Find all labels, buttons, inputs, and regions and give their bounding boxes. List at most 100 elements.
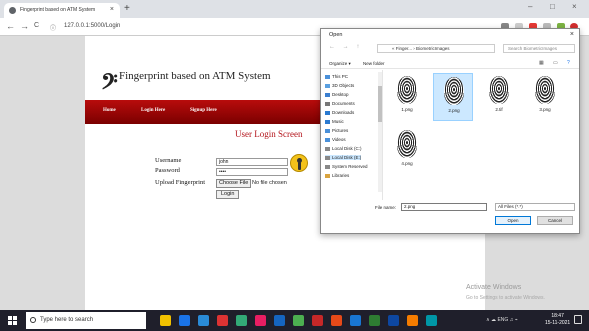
logo: 𝄢 [101, 70, 118, 99]
file-type-select[interactable]: All Files (*.*) [495, 203, 575, 211]
login-button[interactable]: Login [216, 190, 240, 199]
folder-tree: This PC 3D Objects Desktop Documents Downloa… [321, 70, 383, 200]
tree-item[interactable]: Libraries [325, 173, 349, 178]
browser-tab[interactable]: Fingerprint based on ATM System × [4, 3, 120, 18]
address-bar[interactable]: 127.0.0.1:5000/Login [64, 23, 120, 29]
dialog-toolbar: Organize ▾ New folder ▦ ▭ ? [321, 57, 579, 69]
dialog-nav-arrows[interactable]: ← → ↑ [329, 44, 362, 50]
password-input[interactable]: •••• [216, 168, 288, 176]
taskbar-app-icon[interactable] [217, 315, 228, 326]
tree-item[interactable]: Local Disk (C:) [325, 146, 362, 151]
new-tab-button[interactable]: + [124, 3, 130, 14]
taskbar-app-icon[interactable] [179, 315, 190, 326]
tree-item[interactable]: System Reserved [325, 164, 368, 169]
file-name-label: File name: [375, 205, 397, 210]
search-icon [30, 317, 36, 323]
file-item[interactable]: 3.png [525, 73, 565, 121]
taskbar-app-icon[interactable] [407, 315, 418, 326]
taskbar-app-icon[interactable] [160, 315, 171, 326]
tree-item[interactable]: Music [325, 119, 344, 124]
taskbar-app-icon[interactable] [198, 315, 209, 326]
clock-time: 18:47 [551, 313, 564, 319]
clock[interactable]: 18:47 15-11-2021 [545, 313, 570, 327]
tree-item-label: Local Disk (E:) [332, 155, 362, 160]
globe-icon [9, 7, 16, 14]
tab-title: Fingerprint based on ATM System [20, 7, 96, 13]
screen: Fingerprint based on ATM System × + – □ … [0, 0, 589, 331]
taskbar-app-icon[interactable] [255, 315, 266, 326]
fingerprint-thumbnail [489, 76, 509, 104]
cancel-button[interactable]: Cancel [537, 216, 573, 225]
browser-tabstrip: Fingerprint based on ATM System × + – □ … [0, 0, 589, 18]
username-input[interactable]: john [216, 158, 288, 166]
page-title: User Login Screen [235, 129, 303, 139]
dialog-search-input[interactable]: Search BiometricImages [503, 44, 575, 53]
folder-icon [325, 164, 330, 169]
taskbar-app-icon[interactable] [274, 315, 285, 326]
nav-home[interactable]: Home [103, 108, 116, 113]
taskbar-app-icon[interactable] [236, 315, 247, 326]
tree-item[interactable]: 3D Objects [325, 83, 354, 88]
tree-item[interactable]: Downloads [325, 110, 354, 115]
tree-item[interactable]: Pictures [325, 128, 348, 133]
nav-login[interactable]: Login Here [141, 108, 165, 113]
nav-signup[interactable]: Signup Here [190, 108, 217, 113]
tree-item[interactable]: Desktop [325, 92, 349, 97]
upload-label: Upload Fingerprint [155, 179, 206, 186]
organize-menu[interactable]: Organize ▾ [329, 61, 351, 67]
forward-button[interactable]: → [20, 21, 29, 31]
file-name: 2.png [448, 108, 460, 113]
new-folder-button[interactable]: New folder [363, 61, 385, 66]
taskbar-app-icon[interactable] [426, 315, 437, 326]
folder-icon [325, 146, 330, 151]
system-tray[interactable]: ∧ ☁ ENG ♫ ⌁ [486, 317, 518, 323]
taskbar-app-icon[interactable] [369, 315, 380, 326]
taskbar-app-icon[interactable] [331, 315, 342, 326]
view-options-icon[interactable]: ▦ [539, 60, 544, 66]
file-item[interactable]: 4.png [387, 127, 427, 175]
taskbar-app-icon[interactable] [312, 315, 323, 326]
windows-start-icon[interactable] [8, 316, 17, 325]
tree-item-label: 3D Objects [332, 83, 355, 88]
reload-button[interactable]: C [34, 22, 39, 29]
tree-item-label: This PC [332, 74, 349, 79]
taskbar-app-icon[interactable] [350, 315, 361, 326]
tree-item[interactable]: Local Disk (E:) [325, 155, 362, 160]
open-button[interactable]: Open [495, 216, 531, 225]
scrollbar-thumb[interactable] [378, 86, 382, 122]
tree-item-label: Desktop [332, 92, 349, 97]
tree-item[interactable]: Videos [325, 137, 346, 142]
taskbar-app-icon[interactable] [293, 315, 304, 326]
maximize-button[interactable]: □ [550, 2, 555, 11]
file-name-input[interactable]: 2.png [401, 203, 487, 211]
site-title: Fingerprint based on ATM System [119, 70, 271, 82]
password-label: Password [155, 167, 180, 174]
minimize-button[interactable]: – [528, 2, 532, 11]
dialog-path-bar[interactable]: « Finger... › BiometricImages [377, 44, 495, 53]
tree-item-label: Downloads [332, 110, 355, 115]
taskbar-search-placeholder: Type here to search [40, 317, 94, 323]
info-icon[interactable]: ⓘ [50, 23, 56, 32]
taskbar-search-input[interactable]: Type here to search [26, 312, 146, 329]
file-name: 4.png [401, 161, 413, 166]
tab-close-icon[interactable]: × [110, 6, 114, 13]
choose-file-button[interactable]: Choose File [216, 179, 252, 188]
tree-item[interactable]: This PC [325, 74, 348, 79]
clock-date: 15-11-2021 [545, 320, 571, 326]
folder-icon [325, 137, 330, 142]
notifications-icon[interactable] [574, 315, 582, 324]
tree-item[interactable]: Documents [325, 101, 355, 106]
taskbar-app-icon[interactable] [388, 315, 399, 326]
tree-scrollbar[interactable] [378, 72, 382, 192]
back-button[interactable]: ← [6, 21, 15, 31]
file-item[interactable]: 2.tif [479, 73, 519, 121]
help-icon[interactable]: ? [567, 60, 570, 66]
file-item[interactable]: 2.png [433, 73, 473, 121]
dialog-close-button[interactable]: × [570, 31, 574, 38]
preview-pane-icon[interactable]: ▭ [553, 60, 558, 66]
lock-key-icon [290, 154, 308, 172]
open-file-dialog: Open × ← → ↑ « Finger... › BiometricImag… [320, 28, 580, 234]
file-item[interactable]: 1.png [387, 73, 427, 121]
window-close-button[interactable]: × [572, 2, 577, 11]
folder-icon [325, 110, 330, 115]
